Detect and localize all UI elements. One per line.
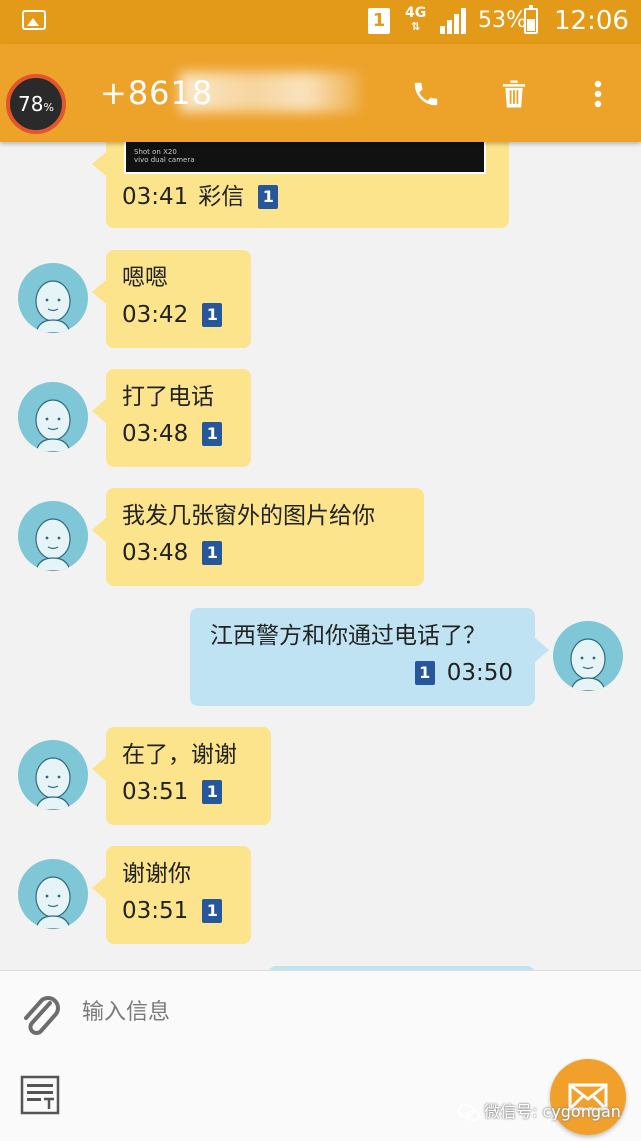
sim-1-badge-icon: 1: [202, 899, 223, 923]
sim-1-badge-icon: 1: [258, 185, 279, 209]
photo-caption: Shot on X20 vivo dual camera: [134, 148, 195, 164]
text-template-icon: [20, 1075, 60, 1115]
more-vertical-icon: [594, 80, 602, 108]
mms-image[interactable]: Shot on X20 vivo dual camera: [124, 142, 486, 174]
delete-button[interactable]: [494, 74, 534, 114]
contact-avatar-icon[interactable]: [18, 501, 88, 571]
network-label: 4G: [405, 5, 427, 21]
sim-1-badge-icon: 1: [414, 661, 435, 685]
sim-1-badge-icon: 1: [202, 780, 223, 804]
trash-icon: [502, 80, 526, 108]
sim-1-badge-icon: 1: [202, 541, 223, 565]
network-type: 4G ⇅: [405, 5, 426, 33]
message-bubble[interactable]: 我发几张窗外的图片给你 03:48 1: [92, 488, 424, 586]
message-bubble[interactable]: 谢谢你 03:51 1: [92, 846, 251, 944]
message-text: 谢谢你: [122, 861, 191, 887]
wechat-watermark: 微信号: cygongan: [458, 1098, 621, 1122]
paperclip-icon: [24, 996, 60, 1035]
message-text: 江西警方和你通过电话了？: [210, 623, 486, 649]
battery-percent: 53%: [478, 8, 527, 33]
signal-icon: [440, 8, 470, 34]
phone-icon: [414, 82, 438, 106]
redacted-number: [180, 72, 360, 112]
overflow-menu-button[interactable]: [578, 74, 618, 114]
contact-avatar-icon[interactable]: [18, 859, 88, 929]
message-time: 03:48: [122, 540, 189, 566]
contact-avatar-icon[interactable]: [18, 382, 88, 452]
message-text: 嗯嗯: [122, 265, 168, 291]
contact-avatar-icon[interactable]: [18, 740, 88, 810]
message-text: 我发几张窗外的图片给你: [122, 503, 375, 529]
message-input[interactable]: [80, 989, 544, 1035]
message-thread[interactable]: 03:41 彩信 1 Shot on X20 vivo dual camera …: [0, 142, 641, 970]
message-time: 03:48: [122, 421, 189, 447]
insert-template-button[interactable]: [20, 1075, 60, 1119]
message-time: 03:50: [446, 660, 513, 686]
watermark-text: 微信号: cygongan: [484, 1102, 621, 1121]
gauge-value: 78: [18, 92, 44, 116]
message-time: 03:41: [122, 184, 189, 210]
memory-gauge[interactable]: 78%: [6, 74, 66, 134]
sim-slot-icon: 1: [368, 8, 390, 34]
message-time: 03:42: [122, 302, 189, 328]
send-button[interactable]: [550, 1059, 626, 1135]
envelope-icon: [568, 1083, 608, 1111]
message-bubble[interactable]: 在了，谢谢 03:51 1: [92, 727, 271, 825]
message-time: 03:51: [122, 898, 189, 924]
battery-icon: [524, 5, 538, 34]
clock: 12:06: [554, 6, 629, 36]
app-bar: 78% +8618: [0, 44, 641, 142]
message-bubble[interactable]: 打了电话 03:48 1: [92, 369, 251, 467]
image-notification-icon: [22, 10, 46, 30]
message-time: 03:51: [122, 779, 189, 805]
attach-button[interactable]: [20, 993, 62, 1045]
message-text: 打了电话: [122, 384, 214, 410]
call-button[interactable]: [406, 74, 446, 114]
status-bar: 1 4G ⇅ 53% 12:06: [0, 0, 641, 44]
gauge-unit: %: [43, 101, 54, 114]
sim-1-badge-icon: 1: [202, 422, 223, 446]
my-avatar-icon[interactable]: [553, 621, 623, 691]
message-bubble[interactable]: 嗯嗯 03:42 1: [92, 250, 251, 348]
sim-1-badge-icon: 1: [202, 303, 223, 327]
data-arrows-icon: ⇅: [411, 20, 421, 33]
message-text: 在了，谢谢: [122, 742, 237, 768]
contact-avatar-icon[interactable]: [18, 263, 88, 333]
message-type: 彩信: [198, 184, 245, 210]
message-bubble[interactable]: 江西警方和你通过电话了？ 1 03:50: [190, 608, 549, 706]
wechat-icon: [458, 1103, 480, 1121]
